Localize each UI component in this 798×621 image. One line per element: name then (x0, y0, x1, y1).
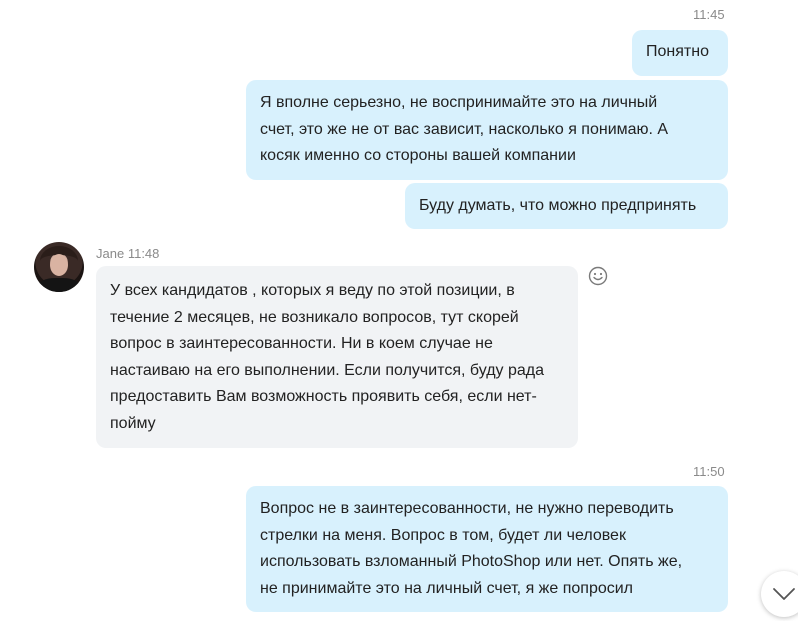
timestamp: 11:50 (693, 464, 725, 479)
outgoing-message[interactable]: Буду думать, что можно предпринять (405, 183, 728, 229)
timestamp: 11:45 (693, 7, 725, 22)
outgoing-message[interactable]: Я вполне серьезно, не воспринимайте это … (246, 80, 728, 180)
smiley-icon[interactable] (588, 266, 608, 286)
scroll-to-bottom-button[interactable] (761, 571, 798, 617)
outgoing-message[interactable]: Понятно (632, 30, 728, 76)
sender-time: 11:48 (127, 246, 160, 261)
sender-name: Jane (96, 246, 125, 261)
chevron-down-icon (773, 588, 795, 600)
sender-line: Jane 11:48 (96, 246, 159, 261)
outgoing-message[interactable]: Вопрос не в заинтересованности, не нужно… (246, 486, 728, 612)
avatar[interactable] (34, 242, 84, 292)
incoming-message[interactable]: У всех кандидатов , которых я веду по эт… (96, 266, 578, 448)
